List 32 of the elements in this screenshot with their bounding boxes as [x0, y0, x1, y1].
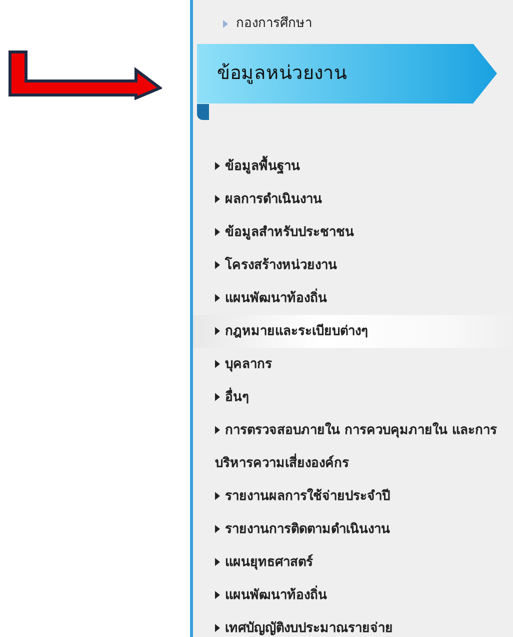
caret-icon: [215, 590, 220, 598]
menu-item[interactable]: รายงานผลการใช้จ่ายประจำปี: [193, 480, 513, 512]
caret-icon: [215, 426, 220, 434]
menu-item[interactable]: ข้อมูลพื้นฐาน: [193, 150, 513, 182]
ribbon-fold: [197, 104, 209, 120]
menu-item[interactable]: เทศบัญญัติงบประมาณรายจ่าย: [193, 612, 513, 637]
caret-icon: [215, 524, 220, 532]
menu-item[interactable]: แผนพัฒนาท้องถิ่น: [193, 282, 513, 314]
caret-icon: [215, 624, 220, 632]
caret-icon: [223, 20, 228, 28]
caret-icon: [215, 162, 220, 170]
menu-item[interactable]: ข้อมูลสำหรับประชาชน: [193, 216, 513, 248]
caret-icon: [215, 294, 220, 302]
menu-item[interactable]: การตรวจสอบภายใน การควบคุมภายใน และการบริหารความเสี่ยงองค์กร: [193, 414, 513, 480]
caret-icon: [215, 558, 220, 566]
caret-icon: [215, 260, 220, 268]
banner-title: ข้อมูลหน่วยงาน: [217, 61, 347, 86]
menu-item[interactable]: แผนยุทธศาสตร์: [193, 546, 513, 578]
menu-item[interactable]: รายงานการติดตามดำเนินงาน: [193, 512, 513, 546]
menu-item[interactable]: อื่นๆ: [193, 380, 513, 414]
menu-item[interactable]: แผนพัฒนาท้องถิ่น: [193, 578, 513, 612]
caret-icon: [215, 228, 220, 236]
menu-item[interactable]: โครงสร้างหน่วยงาน: [193, 248, 513, 282]
caret-icon: [215, 326, 220, 334]
menu-item[interactable]: ผลการดำเนินงาน: [193, 182, 513, 216]
caret-icon: [215, 194, 220, 202]
caret-icon: [215, 492, 220, 500]
arrow-icon: [8, 50, 162, 100]
sidebar-link[interactable]: กองการศึกษา: [193, 14, 513, 34]
caret-icon: [215, 392, 220, 400]
menu-item[interactable]: บุคลากร: [193, 348, 513, 380]
caret-icon: [215, 360, 220, 368]
